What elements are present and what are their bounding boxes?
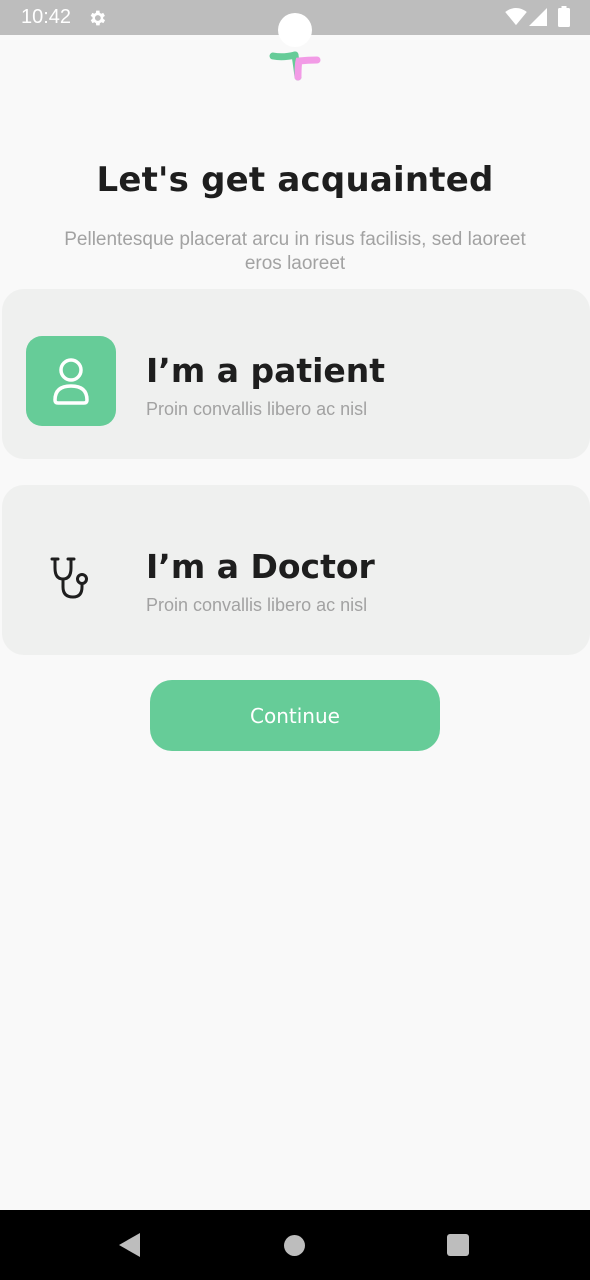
stethoscope-icon xyxy=(50,557,88,599)
page-subtitle: Pellentesque placerat arcu in risus faci… xyxy=(64,229,526,274)
role-subtitle-patient: Proin convallis libero ac nisl xyxy=(146,399,368,419)
navigation-bar xyxy=(0,1210,590,1280)
recents-icon[interactable] xyxy=(447,1234,469,1256)
person-icon xyxy=(53,358,89,405)
status-time: 10:42 xyxy=(21,6,72,28)
page-title: Let's get acquainted xyxy=(96,160,494,200)
wifi-icon xyxy=(505,8,527,26)
battery-icon xyxy=(558,6,570,27)
home-icon[interactable] xyxy=(284,1235,305,1256)
role-title-doctor: I’m a Doctor xyxy=(146,547,375,586)
gear-icon xyxy=(90,10,106,26)
role-card-patient[interactable]: I’m a patient Proin convallis libero ac … xyxy=(2,289,590,459)
back-icon[interactable] xyxy=(118,1232,142,1258)
signal-icon xyxy=(529,8,547,26)
onboarding-screen: 10:42 Let's get acquainted Pellentesque … xyxy=(0,0,590,1280)
patient-icon-box xyxy=(26,336,116,426)
role-title-patient: I’m a patient xyxy=(146,351,386,390)
continue-button[interactable]: Continue xyxy=(150,680,440,751)
app-logo xyxy=(269,13,321,81)
role-card-doctor[interactable]: I’m a Doctor Proin convallis libero ac n… xyxy=(2,485,590,655)
role-subtitle-doctor: Proin convallis libero ac nisl xyxy=(146,595,368,615)
doctor-icon-box xyxy=(26,532,116,622)
